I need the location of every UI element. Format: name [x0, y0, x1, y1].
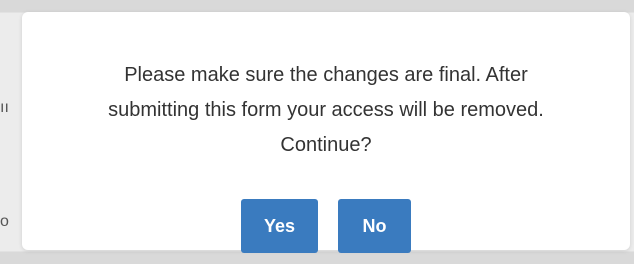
background-text-fragment: ıı: [0, 99, 9, 116]
no-button[interactable]: No: [338, 199, 411, 253]
dialog-message-line: submitting this form your access will be…: [108, 99, 544, 121]
dialog-message-line: Continue?: [280, 134, 372, 156]
dialog-message-line: Please make sure the changes are final. …: [124, 64, 528, 86]
background-text-fragment: o: [0, 213, 9, 230]
dialog-button-group: Yes No: [22, 199, 630, 253]
confirmation-dialog: Please make sure the changes are final. …: [22, 12, 630, 253]
dialog-message: Please make sure the changes are final. …: [46, 58, 606, 163]
yes-button[interactable]: Yes: [241, 199, 318, 253]
